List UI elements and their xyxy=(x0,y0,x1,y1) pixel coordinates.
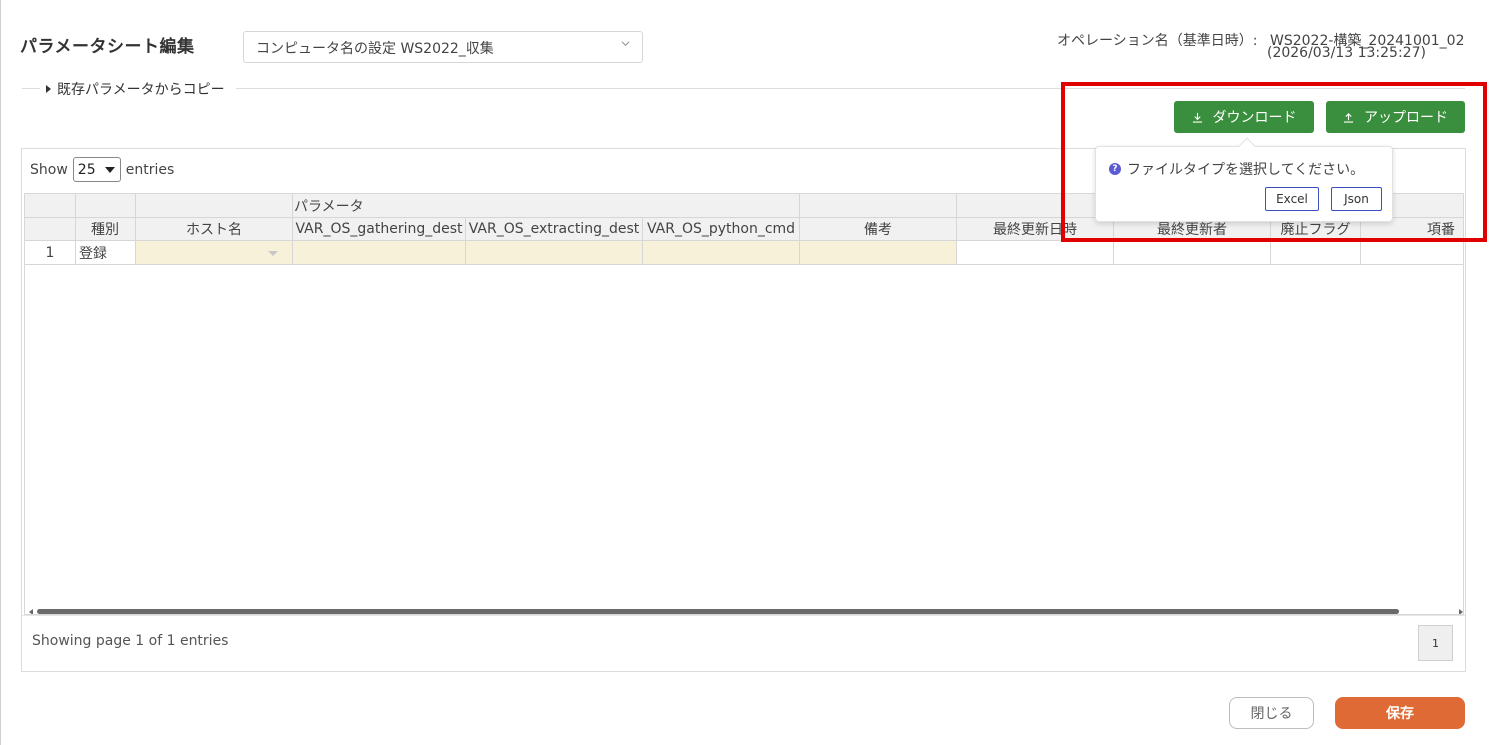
grid-line xyxy=(465,217,466,264)
cell-host-dropdown[interactable] xyxy=(136,241,292,264)
operation-date: (2026/03/13 13:25:27) xyxy=(1267,45,1426,61)
cell-discard-flag[interactable] xyxy=(1271,241,1360,264)
page-title: パラメータシート編集 xyxy=(20,37,195,57)
cell-note[interactable] xyxy=(800,241,956,264)
cell-gathering-dest[interactable] xyxy=(293,241,465,264)
show-label: Show xyxy=(30,161,68,178)
page-button[interactable]: 1 xyxy=(1418,625,1453,661)
grid-line xyxy=(956,194,957,264)
cell-updated-by xyxy=(1114,241,1270,264)
grid-line xyxy=(25,264,1463,265)
entries-value: 25 xyxy=(77,161,96,178)
upload-icon xyxy=(1343,112,1354,123)
cell-python-cmd[interactable] xyxy=(643,241,799,264)
column-header-python-cmd[interactable]: VAR_OS_python_cmd xyxy=(643,217,799,240)
grid-line xyxy=(75,194,76,264)
file-type-popover: ? ファイルタイプを選択してください。 Excel Json xyxy=(1095,137,1393,222)
column-header-extracting-dest[interactable]: VAR_OS_extracting_dest xyxy=(466,217,642,240)
scrollbar-thumb[interactable] xyxy=(37,609,1399,614)
operation-label: オペレーション名（基準日時）: xyxy=(1057,33,1258,49)
entries-select[interactable]: 25 xyxy=(72,157,121,182)
group-header-parameter: パラメータ xyxy=(294,198,364,215)
copy-from-existing-toggle[interactable]: 既存パラメータからコピー xyxy=(46,79,225,99)
download-label: ダウンロード xyxy=(1212,110,1297,126)
dropdown-arrow-icon xyxy=(268,251,278,256)
grid-line xyxy=(799,194,800,264)
cell-updated-at xyxy=(957,241,1113,264)
popover-message: ファイルタイプを選択してください。 xyxy=(1127,162,1365,178)
divider xyxy=(236,88,1465,89)
pagination-info: Showing page 1 of 1 entries xyxy=(32,633,229,649)
column-header-host[interactable]: ホスト名 xyxy=(136,217,292,240)
excel-button[interactable]: Excel xyxy=(1265,187,1319,211)
upload-button[interactable]: アップロード xyxy=(1326,101,1465,133)
grid-line xyxy=(642,217,643,264)
question-icon: ? xyxy=(1109,163,1121,175)
cell-type[interactable]: 登録 xyxy=(76,241,135,264)
sheet-select[interactable]: コンピュータ名の設定 WS2022_収集 xyxy=(243,31,643,63)
entries-label: entries xyxy=(125,161,175,178)
column-header-type[interactable]: 種別 xyxy=(75,217,135,240)
divider xyxy=(22,615,1465,616)
chevron-down-icon xyxy=(621,41,630,47)
save-button[interactable]: 保存 xyxy=(1335,697,1465,729)
download-icon xyxy=(1192,112,1202,123)
grid-line xyxy=(1113,217,1114,264)
divider xyxy=(22,88,40,89)
column-header-gathering-dest[interactable]: VAR_OS_gathering_dest xyxy=(293,217,465,240)
caret-right-icon xyxy=(46,85,51,93)
horizontal-scrollbar[interactable] xyxy=(29,608,1463,614)
show-entries: Show 25 entries xyxy=(30,157,174,182)
table-panel: Show 25 entries パラメータ 種別 ホスト名 VAR_OS_gat… xyxy=(21,148,1466,672)
popover-arrow xyxy=(1238,137,1256,155)
close-button[interactable]: 閉じる xyxy=(1229,697,1314,729)
window-edge xyxy=(0,0,1,745)
json-button[interactable]: Json xyxy=(1331,187,1382,211)
grid-line xyxy=(292,194,293,264)
grid-line xyxy=(1270,217,1271,264)
copy-from-existing-label: 既存パラメータからコピー xyxy=(57,82,225,98)
sheet-select-value: コンピュータ名の設定 WS2022_収集 xyxy=(256,41,494,57)
column-header-note[interactable]: 備考 xyxy=(800,217,956,240)
download-button[interactable]: ダウンロード xyxy=(1174,101,1314,133)
dropdown-arrow-icon xyxy=(104,167,115,173)
cell-item-no xyxy=(1361,241,1463,264)
grid-line xyxy=(1360,217,1361,264)
column-header-updated-at[interactable]: 最終更新日時 xyxy=(957,217,1113,240)
parameter-grid[interactable]: パラメータ 種別 ホスト名 VAR_OS_gathering_dest VAR_… xyxy=(24,193,1464,615)
upload-label: アップロード xyxy=(1364,110,1448,126)
grid-line xyxy=(25,240,1463,241)
cell-extracting-dest[interactable] xyxy=(466,241,642,264)
grid-line xyxy=(135,194,136,264)
row-number: 1 xyxy=(45,244,55,261)
